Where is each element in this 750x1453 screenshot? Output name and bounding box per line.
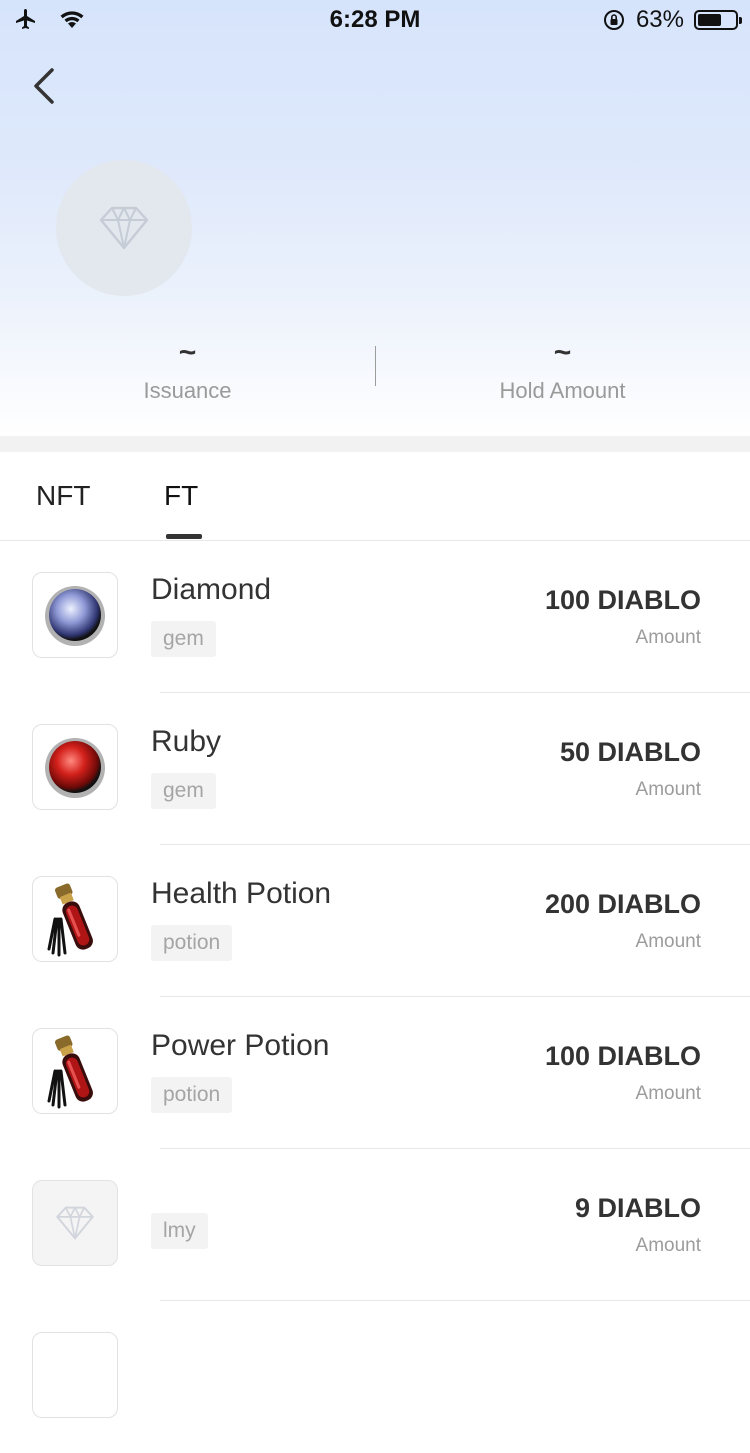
battery-level	[698, 14, 721, 26]
hold-amount-value: ~	[553, 336, 572, 369]
item-tag: potion	[151, 925, 233, 961]
diamond-gem-icon	[45, 586, 105, 646]
item-amount: 50 DIABLO	[559, 737, 701, 767]
item-amount-label: Amount	[635, 1083, 701, 1104]
item-amount: 200 DIABLO	[544, 889, 701, 919]
section-gap	[0, 436, 750, 452]
token-stats: ~ Issuance ~ Hold Amount	[0, 336, 750, 416]
token-avatar	[56, 160, 192, 296]
item-amount-label: Amount	[635, 779, 701, 800]
item-amount: 9 DIABLO	[574, 1193, 701, 1223]
status-right: 63%	[602, 6, 742, 34]
token-list: Diamond gem 100 DIABLO Amount Ruby gem 5…	[0, 541, 750, 1453]
item-thumbnail	[32, 572, 118, 658]
potion-icon	[47, 1035, 93, 1109]
orientation-lock-icon	[603, 10, 624, 30]
item-amount-label: Amount	[635, 931, 701, 952]
list-item[interactable]: Health Potion potion 200 DIABLO Amount	[0, 845, 750, 997]
tab-bar: NFT FT	[0, 452, 750, 541]
list-item[interactable]: Ruby gem 50 DIABLO Amount	[0, 693, 750, 845]
diamond-outline-icon	[56, 1206, 94, 1240]
ruby-gem-icon	[45, 738, 105, 798]
item-tag: gem	[151, 773, 216, 809]
item-tag: lmy	[151, 1213, 208, 1249]
issuance-stat: ~ Issuance	[0, 336, 375, 404]
diamond-outline-icon	[99, 206, 149, 250]
list-item[interactable]: lmy 9 DIABLO Amount	[0, 1149, 750, 1301]
potion-icon	[47, 883, 93, 957]
list-item[interactable]	[0, 1301, 750, 1453]
item-amount-label: Amount	[635, 627, 701, 648]
active-tab-indicator	[166, 534, 202, 539]
chevron-left-icon	[34, 68, 54, 104]
hold-amount-label: Hold Amount	[499, 378, 626, 403]
item-name: Ruby	[151, 725, 222, 758]
item-amount-label: Amount	[635, 1235, 701, 1256]
item-thumbnail	[32, 1180, 118, 1266]
list-item[interactable]: Diamond gem 100 DIABLO Amount	[0, 541, 750, 693]
item-amount: 100 DIABLO	[544, 585, 701, 615]
back-button[interactable]	[28, 64, 64, 108]
issuance-value: ~	[178, 336, 197, 369]
item-amount: 100 DIABLO	[544, 1041, 701, 1071]
item-tag: gem	[151, 621, 216, 657]
item-name: Diamond	[151, 573, 272, 606]
item-name: Health Potion	[151, 877, 332, 910]
item-thumbnail	[32, 876, 118, 962]
item-tag: potion	[151, 1077, 233, 1113]
issuance-label: Issuance	[143, 378, 232, 403]
tab-nft[interactable]: NFT	[36, 480, 90, 512]
tab-ft[interactable]: FT	[164, 480, 198, 512]
item-thumbnail	[32, 1332, 118, 1418]
item-thumbnail	[32, 1028, 118, 1114]
item-thumbnail	[32, 724, 118, 810]
hold-amount-stat: ~ Hold Amount	[375, 336, 750, 404]
status-bar: 6:28 PM 63%	[0, 0, 750, 40]
battery-cap	[739, 17, 742, 24]
battery-icon	[694, 10, 742, 30]
list-item[interactable]: Power Potion potion 100 DIABLO Amount	[0, 997, 750, 1149]
battery-percent: 63%	[635, 6, 684, 33]
item-name: Power Potion	[151, 1029, 330, 1062]
